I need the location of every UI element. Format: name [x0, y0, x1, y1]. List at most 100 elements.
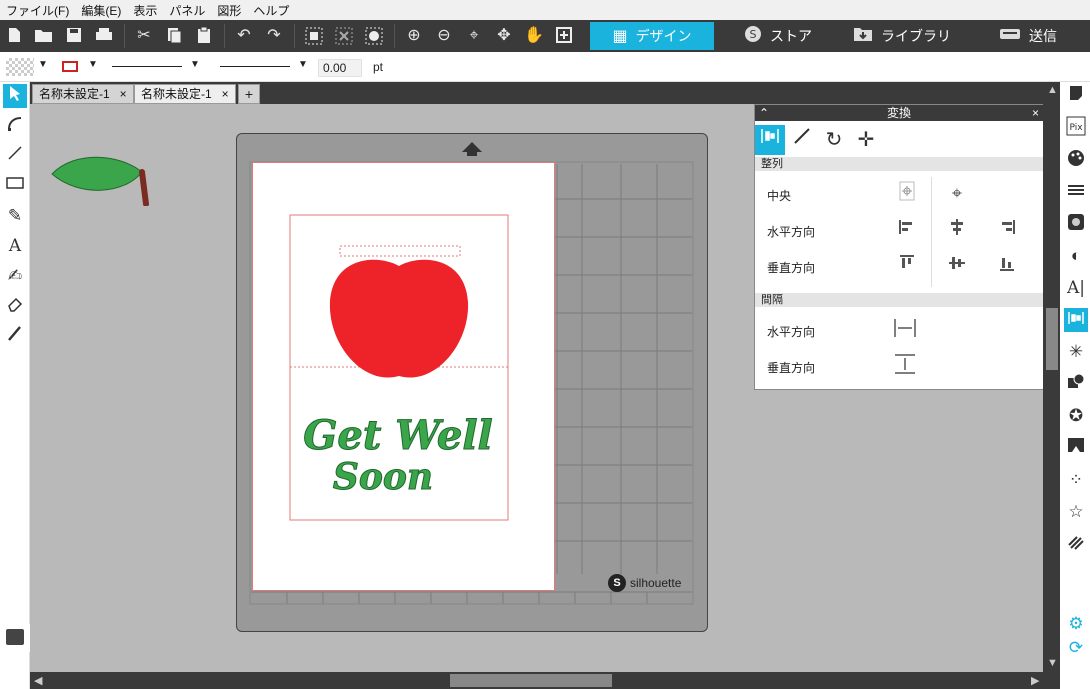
- fit-page-icon[interactable]: [554, 26, 574, 46]
- menu-shape[interactable]: 図形: [217, 2, 241, 19]
- text-style-icon[interactable]: A|: [1064, 276, 1088, 300]
- close-icon[interactable]: ×: [222, 85, 229, 103]
- space-vertical-icon[interactable]: [893, 353, 917, 377]
- chevron-down-icon[interactable]: ▼: [38, 59, 48, 70]
- cutter-icon: [999, 26, 1021, 47]
- modify-icon[interactable]: [1064, 372, 1088, 396]
- zoom-select-icon[interactable]: ⌖: [464, 26, 484, 46]
- leaf-shape[interactable]: [50, 152, 154, 206]
- add-tab-button[interactable]: +: [238, 84, 260, 104]
- rhinestone-icon[interactable]: ⁘: [1064, 468, 1088, 492]
- scroll-up-icon[interactable]: ▲: [1047, 84, 1058, 96]
- new-file-icon[interactable]: [4, 26, 24, 46]
- settings-gear-icon[interactable]: ⚙: [1064, 612, 1088, 636]
- align-right-icon[interactable]: [995, 218, 1019, 242]
- collapse-chevron-icon[interactable]: ⌃: [759, 105, 769, 121]
- tab-design[interactable]: ▦ デザイン: [590, 22, 714, 50]
- print-icon[interactable]: [94, 26, 114, 46]
- chevron-down-icon[interactable]: ▼: [88, 59, 98, 70]
- scroll-right-icon[interactable]: ▶: [1031, 674, 1039, 687]
- transform-panel: ⌃ 変換 × ↻ ✛ 整列 中央 水平方向 垂直方向 ⌖ 間隔 水平方向 垂直方…: [754, 104, 1044, 390]
- rotate-tab-icon[interactable]: ↻: [819, 125, 849, 155]
- horizontal-label: 水平方向: [767, 225, 816, 239]
- horizontal-scroll-thumb[interactable]: [450, 674, 612, 687]
- design-group[interactable]: Get Well Soon: [288, 214, 510, 522]
- menu-view[interactable]: 表示: [133, 2, 157, 19]
- knife-tool-icon[interactable]: [3, 324, 27, 348]
- fill-color-swatch[interactable]: [6, 58, 34, 76]
- grid-icon: ▦: [612, 28, 628, 45]
- pixscan-icon[interactable]: Pix: [1064, 116, 1088, 140]
- document-tab-active[interactable]: 名称未設定-1 ×: [134, 84, 236, 104]
- section-spacing: 間隔: [755, 293, 1043, 307]
- page-setup-icon[interactable]: [1064, 84, 1088, 108]
- ungroup-icon[interactable]: [334, 26, 354, 46]
- sync-icon[interactable]: ⟳: [1064, 636, 1088, 660]
- hand-pan-icon[interactable]: ✋: [524, 26, 544, 46]
- zoom-in-icon[interactable]: ⊕: [404, 26, 424, 46]
- scroll-down-icon[interactable]: ▼: [1047, 657, 1058, 669]
- cut-icon[interactable]: ✂: [134, 26, 154, 46]
- tab-library[interactable]: ライブラリ: [840, 22, 964, 50]
- eraser-tool-icon[interactable]: [3, 294, 27, 318]
- text-tool-icon[interactable]: A: [3, 234, 27, 258]
- menu-edit[interactable]: 編集(E): [81, 2, 121, 19]
- tab-store[interactable]: S ストア: [716, 22, 840, 50]
- rectangle-tool-icon[interactable]: [3, 174, 27, 198]
- panel-header[interactable]: ⌃ 変換 ×: [755, 105, 1043, 121]
- center-to-page-icon[interactable]: [895, 181, 919, 205]
- move-icon[interactable]: ✥: [494, 26, 514, 46]
- redo-icon[interactable]: ↷: [264, 26, 284, 46]
- chevron-down-icon[interactable]: ▼: [190, 59, 200, 70]
- group-icon[interactable]: [304, 26, 324, 46]
- replicate-icon[interactable]: ✳: [1064, 340, 1088, 364]
- close-icon[interactable]: ×: [1032, 105, 1039, 121]
- space-horizontal-icon[interactable]: [893, 317, 917, 341]
- shadow-icon[interactable]: ◐: [1064, 244, 1088, 268]
- transform-align-icon[interactable]: [1064, 308, 1088, 332]
- paste-icon[interactable]: [194, 26, 214, 46]
- close-icon[interactable]: ×: [120, 85, 127, 103]
- menu-panel[interactable]: パネル: [169, 2, 205, 19]
- menu-help[interactable]: ヘルプ: [253, 2, 289, 19]
- save-icon[interactable]: [64, 26, 84, 46]
- move-tab-icon[interactable]: ✛: [851, 125, 881, 155]
- menu-file[interactable]: ファイル(F): [6, 2, 69, 19]
- align-tab-icon[interactable]: [755, 125, 785, 155]
- vertical-scroll-thumb[interactable]: [1046, 308, 1058, 370]
- align-middle-icon[interactable]: [945, 254, 969, 278]
- center-crosshair-icon[interactable]: ⌖: [945, 181, 969, 205]
- align-left-icon[interactable]: [895, 218, 919, 242]
- open-folder-icon[interactable]: [34, 26, 54, 46]
- undo-icon[interactable]: ↶: [234, 26, 254, 46]
- align-center-icon[interactable]: [945, 218, 969, 242]
- sketch-star-icon[interactable]: ☆: [1064, 500, 1088, 524]
- fill-palette-icon[interactable]: [1064, 148, 1088, 172]
- main-toolbar: ✂ ↶ ↷ ⊕ ⊖ ⌖ ✥ ✋ ▦ デザイン S ストア ライブラリ 送信: [0, 20, 1090, 52]
- tab-send[interactable]: 送信: [966, 22, 1090, 50]
- scale-tab-icon[interactable]: [787, 125, 817, 155]
- trace-icon[interactable]: [1064, 436, 1088, 460]
- line-style-sample[interactable]: [112, 66, 182, 67]
- align-bottom-icon[interactable]: [995, 254, 1019, 278]
- align-top-icon[interactable]: [895, 254, 919, 278]
- pencil-tool-icon[interactable]: ✎: [3, 204, 27, 228]
- copy-icon[interactable]: [164, 26, 184, 46]
- point-edit-tool-icon[interactable]: [3, 114, 27, 138]
- document-tab[interactable]: 名称未設定-1 ×: [32, 84, 134, 104]
- offset-star-icon[interactable]: ✪: [1064, 404, 1088, 428]
- select-tool-icon[interactable]: [3, 84, 27, 108]
- line-cap-sample[interactable]: [220, 66, 290, 67]
- fill-palette-icon[interactable]: [364, 26, 384, 46]
- sketch-tool-icon[interactable]: ✍: [3, 264, 27, 288]
- line-color-swatch[interactable]: [62, 61, 78, 72]
- line-style-icon[interactable]: [1064, 180, 1088, 204]
- line-tool-icon[interactable]: [3, 144, 27, 168]
- line-width-input[interactable]: 0.00: [318, 59, 362, 77]
- vertical-scrollbar[interactable]: [1043, 82, 1060, 672]
- fill-pattern-icon[interactable]: [1064, 212, 1088, 236]
- chevron-down-icon[interactable]: ▼: [298, 59, 308, 70]
- zoom-out-icon[interactable]: ⊖: [434, 26, 454, 46]
- hatch-icon[interactable]: [1064, 532, 1088, 556]
- scroll-left-icon[interactable]: ◀: [34, 674, 42, 687]
